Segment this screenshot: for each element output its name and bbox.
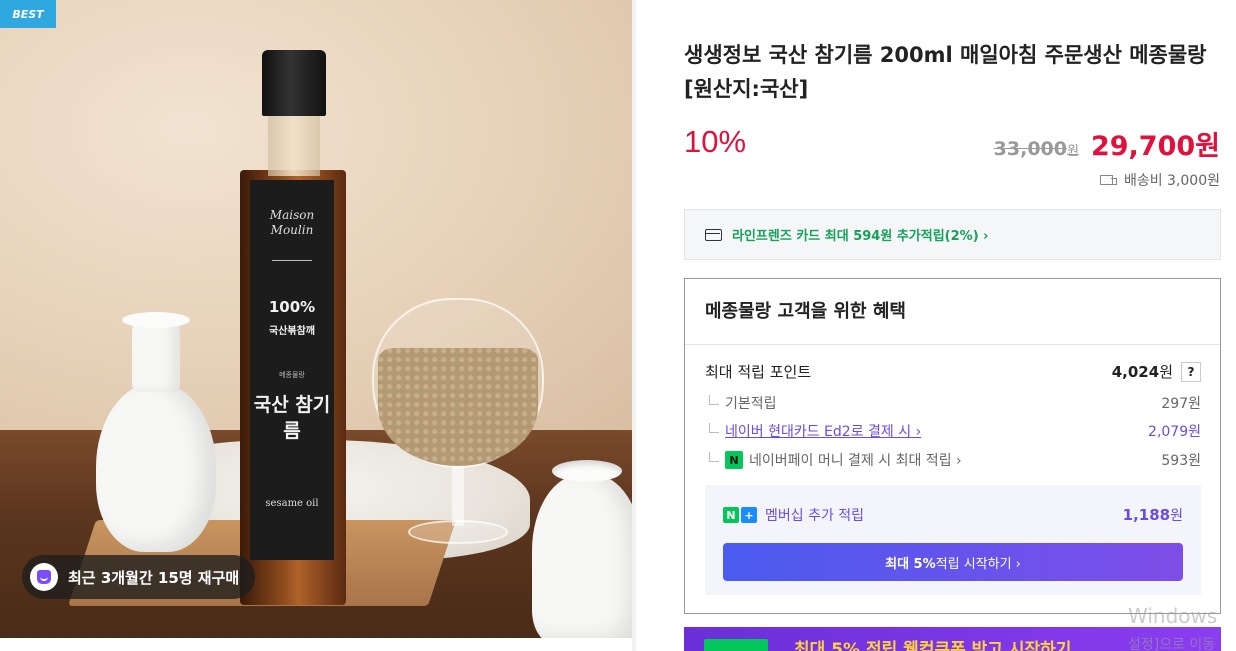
shopping-bag-icon (30, 563, 58, 591)
bottle-brand: Maison Moulin (269, 208, 315, 237)
npay-money-value: 593원 (1161, 453, 1201, 469)
best-badge: BEST (0, 0, 56, 28)
naver-membership-tag (704, 639, 768, 651)
white-vase-left (96, 312, 216, 552)
benefit-divider (685, 344, 1220, 345)
card-benefit-text: 라인프렌즈 카드 최대 594원 추가적립(2%) › (732, 229, 989, 244)
membership-start-button[interactable]: 최대 5% 적립 시작하기 › (723, 543, 1183, 581)
npay-icon: N (725, 451, 743, 469)
basic-points-label: 기본적립 (725, 396, 777, 412)
discount-rate: 10% (684, 124, 747, 159)
npay-money-link[interactable]: 네이버페이 머니 결제 시 최대 적립 › (749, 450, 962, 470)
vine-ornament (272, 260, 312, 261)
sesame-glass (372, 298, 544, 558)
product-title: 생생정보 국산 참기름 200ml 매일아침 주문생산 메종물랑 [원산지:국산… (684, 43, 1207, 101)
tree-corner-icon (709, 423, 719, 433)
promo-text: 최대 5% 적립 웰컴쿠폰 받고 시작하기 (794, 640, 1072, 651)
truck-icon (1099, 174, 1118, 186)
basic-points-value: 297원 (1161, 396, 1201, 412)
white-vase-right (532, 460, 632, 638)
membership-row: N + 멤버십 추가 적립 1,188원 (723, 505, 1183, 525)
product-page: Maison Moulin 100% 국산볶참깨 메종물랑 국산 참기름 ses… (0, 0, 1236, 651)
membership-label: 멤버십 추가 적립 (765, 508, 865, 524)
shipping-fee: 배송비 3,000원 (1099, 170, 1220, 190)
tree-corner-icon (709, 452, 719, 462)
bottle-label: Maison Moulin 100% 국산볶참깨 메종물랑 국산 참기름 ses… (250, 180, 334, 560)
bottle-subtitle: 국산볶참깨 (269, 326, 315, 337)
max-points-label: 최대 적립 포인트 (705, 363, 812, 381)
help-icon[interactable]: ? (1181, 361, 1201, 382)
npay-money-row[interactable]: N 네이버페이 머니 결제 시 최대 적립 › 593원 (705, 450, 1201, 470)
divider (632, 0, 636, 651)
benefit-heading: 메종물랑 고객을 위한 혜택 (705, 301, 906, 322)
bottle-name: 국산 참기름 (253, 394, 331, 442)
windows-activation-watermark: Windows (1128, 604, 1218, 628)
sesame-oil-bottle: Maison Moulin 100% 국산볶참깨 메종물랑 국산 참기름 ses… (238, 50, 348, 605)
tree-corner-icon (709, 395, 719, 405)
max-points-value: 4,024 (1111, 362, 1160, 381)
sale-price: 29,700원 (1090, 131, 1220, 162)
shipping-text: 배송비 3,000원 (1123, 173, 1220, 189)
membership-box: N + 멤버십 추가 적립 1,188원 최대 5% 적립 시작하기 › (705, 485, 1201, 595)
nplus-icon: N + (723, 507, 757, 523)
bottle-tiny-text: 메종물랑 (279, 371, 305, 379)
hyundai-card-row[interactable]: 네이버 현대카드 Ed2로 결제 시 › 2,079원 (705, 421, 1201, 441)
bottle-english: sesame oil (265, 498, 319, 509)
max-points-unit: 원 (1159, 363, 1173, 381)
card-benefit-link[interactable]: 라인프렌즈 카드 최대 594원 추가적립(2%) › (684, 209, 1221, 260)
repurchase-text: 최근 3개월간 15명 재구매 (68, 568, 240, 587)
product-image[interactable]: Maison Moulin 100% 국산볶참깨 메종물랑 국산 참기름 ses… (0, 0, 632, 638)
credit-card-icon (705, 228, 722, 241)
bottle-percent: 100% (268, 298, 316, 316)
price-group: 33,000원 29,700원 (994, 124, 1220, 163)
max-points-row: 최대 적립 포인트 4,024 원 ? (705, 361, 1201, 382)
basic-points-row: 기본적립 297원 (705, 393, 1201, 413)
hyundai-card-value: 2,079원 (1148, 424, 1201, 440)
repurchase-badge: 최근 3개월간 15명 재구매 (22, 555, 256, 599)
windows-activation-subtext: 설정]으로 이동 (1128, 637, 1216, 651)
benefit-panel: 메종물랑 고객을 위한 혜택 최대 적립 포인트 4,024 원 ? 기본적립 2… (684, 278, 1221, 614)
hyundai-card-link[interactable]: 네이버 현대카드 Ed2로 결제 시 › (725, 421, 921, 441)
membership-value: 1,188원 (1122, 506, 1183, 524)
original-price: 33,000원 (993, 138, 1079, 160)
